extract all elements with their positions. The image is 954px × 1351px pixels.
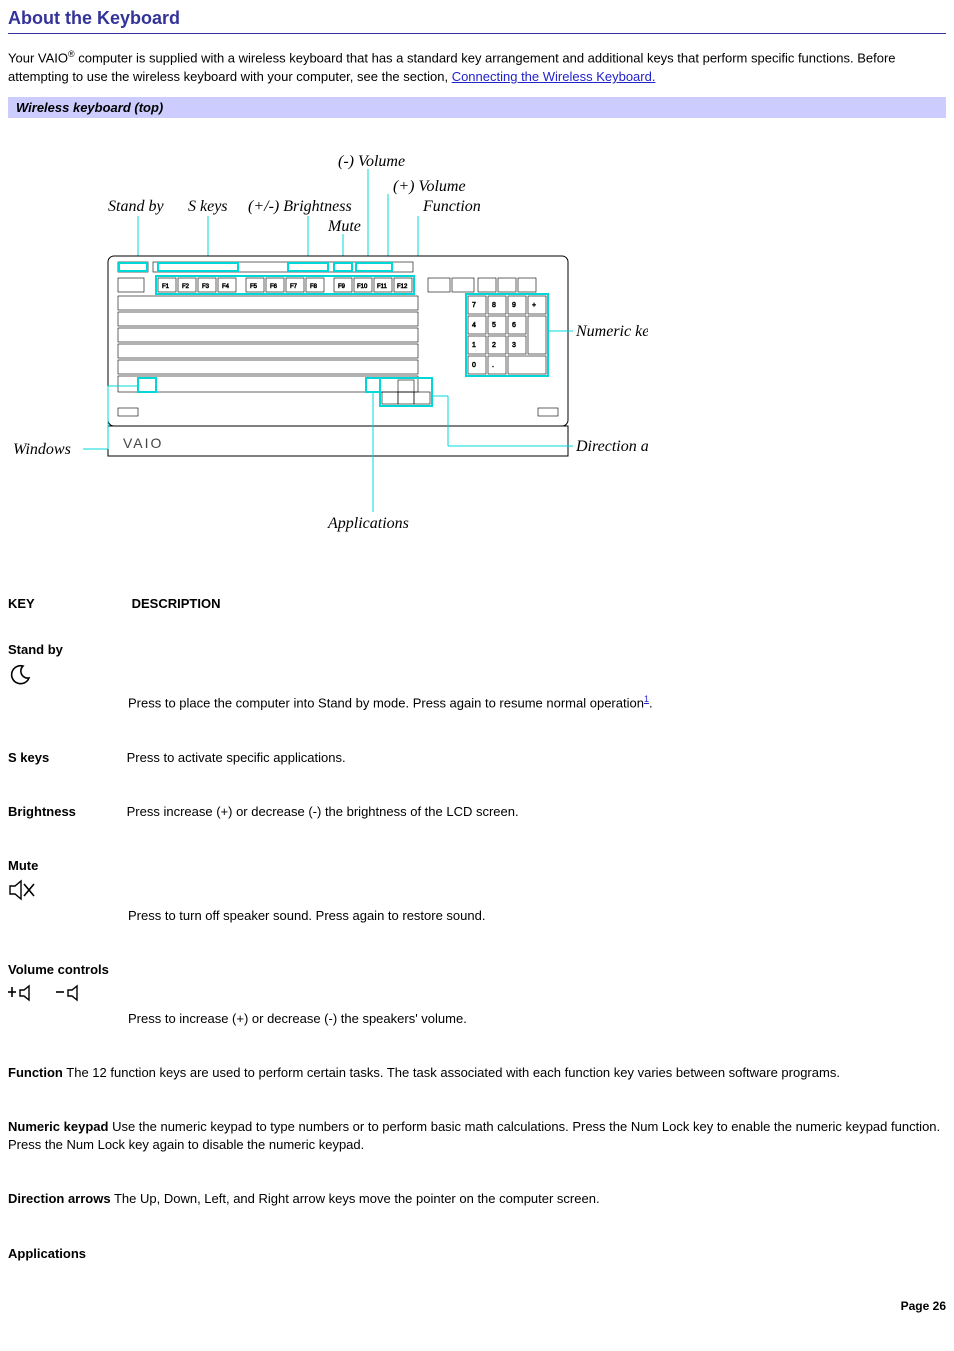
svg-text:F11: F11 <box>377 284 388 290</box>
intro-paragraph: Your VAIO® computer is supplied with a w… <box>8 48 946 87</box>
svg-text:F2: F2 <box>182 284 190 290</box>
svg-text:+: + <box>532 302 536 309</box>
svg-text:F7: F7 <box>290 284 298 290</box>
row-volume: Volume controls Press to increase (+) or… <box>8 961 946 1027</box>
page-title: About the Keyboard <box>8 8 946 34</box>
desc-function: The 12 function keys are used to perform… <box>66 1065 840 1080</box>
svg-text:F10: F10 <box>357 284 368 290</box>
key-brightness: Brightness <box>8 803 123 821</box>
page-number: Page 26 <box>8 1299 946 1313</box>
row-function: Function The 12 function keys are used t… <box>8 1064 946 1082</box>
registered-mark: ® <box>68 49 75 59</box>
svg-text:F5: F5 <box>250 284 258 290</box>
label-mute: Mute <box>327 218 361 235</box>
svg-text:3: 3 <box>512 342 516 349</box>
label-skeys: S keys <box>188 198 228 215</box>
row-numeric: Numeric keypad Use the numeric keypad to… <box>8 1118 946 1154</box>
svg-text:5: 5 <box>492 322 496 329</box>
speaker-mute-icon <box>8 879 38 901</box>
key-mute: Mute <box>8 857 946 875</box>
desc-mute: Press to turn off speaker sound. Press a… <box>128 907 946 925</box>
key-volume: Volume controls <box>8 961 946 979</box>
label-numeric: Numeric keypad <box>575 323 648 340</box>
label-vol-plus: (+) Volume <box>393 178 466 195</box>
svg-text:.: . <box>492 362 494 369</box>
svg-text:9: 9 <box>512 302 516 309</box>
desc-direction: The Up, Down, Left, and Right arrow keys… <box>114 1191 600 1206</box>
label-windows: Windows <box>13 441 71 458</box>
row-standby: Stand by Press to place the computer int… <box>8 641 946 713</box>
svg-text:F4: F4 <box>222 284 230 290</box>
row-brightness: Brightness Press increase (+) or decreas… <box>8 803 946 821</box>
svg-text:8: 8 <box>492 302 496 309</box>
col-desc: DESCRIPTION <box>132 596 221 611</box>
speaker-minus-icon <box>56 984 96 1004</box>
label-standby: Stand by <box>108 198 164 215</box>
svg-text:F8: F8 <box>310 284 318 290</box>
label-applications: Applications <box>327 515 409 532</box>
table-header: KEY DESCRIPTION <box>8 596 946 611</box>
desc-brightness: Press increase (+) or decrease (-) the b… <box>127 803 927 821</box>
label-direction: Direction arrows <box>575 438 648 455</box>
row-direction: Direction arrows The Up, Down, Left, and… <box>8 1190 946 1208</box>
vaio-logo: VAIO <box>123 435 163 451</box>
svg-text:F1: F1 <box>162 284 170 290</box>
svg-text:0: 0 <box>472 362 476 369</box>
desc-numeric: Use the numeric keypad to type numbers o… <box>8 1119 940 1152</box>
svg-text:7: 7 <box>472 302 476 309</box>
svg-text:F3: F3 <box>202 284 210 290</box>
svg-text:F12: F12 <box>397 284 408 290</box>
key-standby: Stand by <box>8 641 946 659</box>
connecting-keyboard-link[interactable]: Connecting the Wireless Keyboard. <box>452 69 656 84</box>
moon-icon <box>8 663 32 687</box>
keyboard-diagram: Stand by S keys (+/-) Brightness Mute (-… <box>8 136 648 556</box>
key-skeys: S keys <box>8 749 123 767</box>
svg-text:1: 1 <box>472 342 476 349</box>
label-vol-minus: (-) Volume <box>338 153 405 170</box>
svg-text:2: 2 <box>492 342 496 349</box>
key-numeric: Numeric keypad <box>8 1119 108 1134</box>
speaker-plus-icon <box>8 984 52 1004</box>
key-function: Function <box>8 1065 63 1080</box>
label-brightness: (+/-) Brightness <box>248 198 352 215</box>
svg-text:F6: F6 <box>270 284 278 290</box>
svg-text:4: 4 <box>472 322 476 329</box>
desc-volume: Press to increase (+) or decrease (-) th… <box>128 1010 946 1028</box>
row-applications: Applications <box>8 1245 946 1263</box>
key-direction: Direction arrows <box>8 1191 111 1206</box>
col-key: KEY <box>8 596 128 611</box>
desc-skeys: Press to activate specific applications. <box>127 749 927 767</box>
row-skeys: S keys Press to activate specific applic… <box>8 749 946 767</box>
svg-text:6: 6 <box>512 322 516 329</box>
key-applications: Applications <box>8 1246 86 1261</box>
diagram-caption: Wireless keyboard (top) <box>8 97 946 118</box>
intro-text-a: Your VAIO <box>8 50 68 65</box>
desc-standby: Press to place the computer into Stand b… <box>128 693 946 713</box>
row-mute: Mute Press to turn off speaker sound. Pr… <box>8 857 946 925</box>
label-function: Function <box>422 198 481 215</box>
svg-text:F9: F9 <box>338 284 346 290</box>
